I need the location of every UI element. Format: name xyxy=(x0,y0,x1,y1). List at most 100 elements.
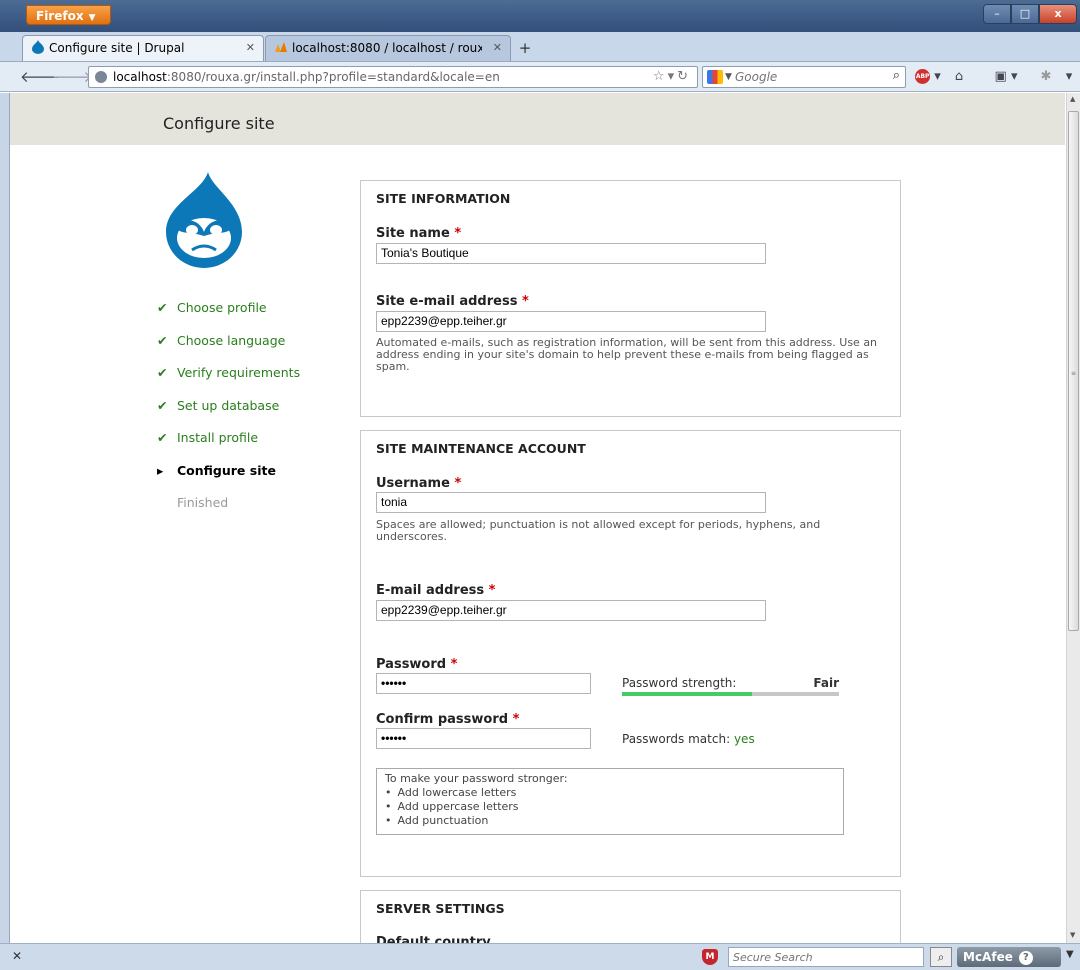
status-bar: ✕ M ⌕ McAfee? ▼ xyxy=(0,943,1080,970)
confirm-password-label: Confirm password * xyxy=(376,712,519,727)
adblock-icon: ABP xyxy=(915,69,931,84)
step-item: ✔ Install profile xyxy=(157,430,300,463)
step-label: Finished xyxy=(177,495,229,510)
secure-search-input[interactable] xyxy=(728,947,924,967)
site-identity-icon[interactable] xyxy=(95,71,107,83)
suggestions-title: To make your password stronger: xyxy=(385,772,568,785)
minimize-button[interactable]: – xyxy=(983,4,1011,24)
close-tab-icon[interactable]: ✕ xyxy=(246,36,255,60)
step-item: ✔ Choose profile xyxy=(157,300,300,333)
required-marker: * xyxy=(454,226,462,241)
username-label: Username * xyxy=(376,476,461,491)
search-icon[interactable]: ⌕ xyxy=(893,68,900,83)
suggestion-item: Add uppercase letters xyxy=(385,800,835,814)
navigation-toolbar: 🡐 🡒 localhost:8080/rouxa.gr/install.php?… xyxy=(0,62,1080,92)
page-viewport: Configure site ✔ Choose profile ✔ Choose l… xyxy=(9,93,1065,943)
checkmark-icon: ✔ xyxy=(157,430,168,445)
mcafee-button[interactable]: McAfee? xyxy=(957,947,1061,967)
chevron-down-icon[interactable]: ▼ xyxy=(1066,949,1074,960)
step-item-current: ▸ Configure site xyxy=(157,463,300,496)
site-email-description: Automated e-mails, such as registration … xyxy=(376,336,878,373)
url-actions[interactable]: ☆▾↻ xyxy=(653,67,691,87)
match-value: yes xyxy=(733,732,755,746)
google-icon[interactable] xyxy=(707,70,723,84)
tab-phpmyadmin[interactable]: localhost:8080 / localhost / rouxagr | .… xyxy=(265,35,511,61)
step-label: Verify requirements xyxy=(177,365,301,380)
step-label: Set up database xyxy=(177,397,280,413)
close-window-button[interactable]: x xyxy=(1039,4,1077,24)
strength-bar xyxy=(622,692,839,696)
forward-arrow-icon[interactable]: 🡒 xyxy=(52,67,92,87)
suggestion-item: Add punctuation xyxy=(385,814,835,828)
window-titlebar: Firefox ▼ – □ x xyxy=(0,0,1080,32)
extension-icon[interactable]: ✱ xyxy=(1035,67,1057,87)
search-input[interactable] xyxy=(735,67,875,87)
strength-label: Password strength: xyxy=(622,676,737,690)
window-left-edge xyxy=(0,93,9,943)
step-item-pending: Finished xyxy=(157,495,300,528)
tab-title: localhost:8080 / localhost / rouxagr | .… xyxy=(292,41,482,55)
search-icon[interactable]: ⌕ xyxy=(930,947,952,967)
scroll-up-icon[interactable]: ▲ xyxy=(1070,95,1075,103)
triangle-right-icon: ▸ xyxy=(157,462,164,478)
page-title: Configure site xyxy=(163,114,275,133)
label-text: Username xyxy=(376,476,450,491)
checkmark-icon: ✔ xyxy=(157,332,168,348)
tab-configure-site[interactable]: Configure site | Drupal ✕ xyxy=(22,35,264,61)
step-item: ✔ Choose language xyxy=(157,333,300,366)
site-information-fieldset: SITE INFORMATION Site name * Tonia's Bou… xyxy=(360,180,901,417)
vertical-scrollbar[interactable]: ▲ ≡ ▼ xyxy=(1066,93,1080,943)
fieldset-legend: SERVER SETTINGS xyxy=(376,901,505,916)
scroll-down-icon[interactable]: ▼ xyxy=(1070,931,1075,939)
tab-strip: Configure site | Drupal ✕ localhost:8080 … xyxy=(0,32,1080,62)
server-settings-fieldset: SERVER SETTINGS Default country xyxy=(360,890,901,943)
tab-title: Configure site | Drupal xyxy=(49,41,185,55)
account-email-field[interactable]: epp2239@epp.teiher.gr xyxy=(376,600,766,621)
mcafee-shield-icon[interactable]: M xyxy=(702,949,718,965)
home-icon[interactable]: ⌂ xyxy=(948,67,970,87)
mcafee-label: McAfee xyxy=(963,950,1013,964)
address-bar[interactable]: localhost:8080/rouxa.gr/install.php?prof… xyxy=(88,66,698,88)
firefox-menu-label: Firefox xyxy=(36,9,84,23)
search-bar[interactable]: ▼ ⌕ xyxy=(702,66,906,88)
password-field[interactable]: •••••• xyxy=(376,673,591,694)
password-suggestions: To make your password stronger: Add lowe… xyxy=(376,768,844,835)
close-icon[interactable]: ✕ xyxy=(12,949,22,963)
url-host: localhost xyxy=(113,70,167,84)
drupal-logo-icon xyxy=(166,172,242,268)
step-item: ✔ Set up database xyxy=(157,398,300,431)
phpmyadmin-favicon-icon xyxy=(275,42,287,52)
match-label: Passwords match: xyxy=(622,732,731,746)
site-name-field[interactable]: Tonia's Boutique xyxy=(376,243,766,264)
site-email-field[interactable]: epp2239@epp.teiher.gr xyxy=(376,311,766,332)
scrollbar-thumb[interactable]: ≡ xyxy=(1068,111,1079,631)
firefox-menu-button[interactable]: Firefox ▼ xyxy=(26,5,111,25)
checkmark-icon: ✔ xyxy=(157,365,168,380)
checkmark-icon: ✔ xyxy=(157,397,168,413)
help-icon[interactable]: ? xyxy=(1018,951,1033,965)
adblock-button[interactable]: ABP ▾ xyxy=(913,67,943,87)
site-name-label: Site name * xyxy=(376,226,461,241)
strength-value: Fair xyxy=(813,676,839,690)
password-label: Password * xyxy=(376,657,457,672)
page-header: Configure site xyxy=(10,93,1065,145)
required-marker: * xyxy=(488,583,496,598)
close-tab-icon[interactable]: ✕ xyxy=(493,36,502,60)
back-arrow-icon[interactable]: 🡐 xyxy=(20,67,60,87)
strength-bar-fill xyxy=(622,692,753,696)
bookmarks-button[interactable]: ▣ ▾ xyxy=(990,67,1022,87)
chevron-down-icon: ▼ xyxy=(88,13,96,23)
label-text: Password xyxy=(376,657,447,672)
chevron-down-icon[interactable]: ▼ xyxy=(725,67,732,87)
confirm-password-field[interactable]: •••••• xyxy=(376,728,591,749)
new-tab-button[interactable]: + xyxy=(514,37,536,59)
maximize-button[interactable]: □ xyxy=(1011,4,1039,24)
password-strength-meter: Password strength: Fair xyxy=(622,676,839,696)
username-field[interactable]: tonia xyxy=(376,492,766,513)
required-marker: * xyxy=(512,712,520,727)
chevron-down-icon[interactable]: ▾ xyxy=(1060,67,1078,87)
install-steps: ✔ Choose profile ✔ Choose language ✔ Verify… xyxy=(157,300,300,528)
suggestion-item: Add lowercase letters xyxy=(385,786,835,800)
email-label: E-mail address * xyxy=(376,583,495,598)
drupal-favicon-icon xyxy=(32,40,44,54)
